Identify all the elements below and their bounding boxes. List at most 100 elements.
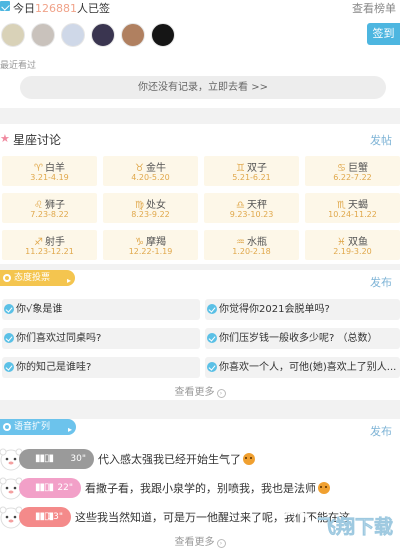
- sound-wave-icon: ▮▮▯▮: [35, 482, 54, 493]
- zodiac-section-title: 星座讨论: [13, 133, 62, 147]
- poll-item[interactable]: 你喜欢一个人，可他(她)喜欢上了别人...: [205, 357, 400, 378]
- sign-in-button[interactable]: 签到: [367, 23, 400, 45]
- poll-tag-label: 态度投票: [14, 273, 51, 283]
- avatar-1[interactable]: [1, 23, 25, 47]
- watermark-url: www.fxxz.com: [321, 542, 386, 552]
- zodiac-name: ♑ 摩羯: [103, 233, 198, 248]
- poll-item[interactable]: 你们压岁钱一般收多少呢? （总数）: [205, 328, 400, 349]
- zodiac-cell[interactable]: ♐ 射手 11.23-12.21: [2, 230, 97, 260]
- zodiac-cell[interactable]: ♊ 双子 5.21-6.21: [204, 156, 299, 186]
- poll-item-text: 你喜欢一个人，可他(她)喜欢上了别人...: [219, 362, 397, 373]
- poll-item[interactable]: 你的知己是谁哇?: [2, 357, 200, 378]
- view-ranking-link[interactable]: 查看榜单 >: [352, 0, 400, 16]
- zodiac-dates: 7.23-8.22: [30, 210, 69, 219]
- zodiac-name: ♎ 天秤: [204, 196, 299, 211]
- zodiac-cell[interactable]: ♈ 白羊 3.21-4.19: [2, 156, 97, 186]
- zodiac-name: ♌ 狮子: [2, 196, 97, 211]
- star-icon: ★: [0, 132, 10, 145]
- zodiac-dates: 6.22-7.22: [333, 173, 372, 182]
- avatar-3[interactable]: [61, 23, 85, 47]
- zodiac-dates: 8.23-9.22: [131, 210, 170, 219]
- check-icon: [207, 362, 217, 372]
- poll-item-text: 你们喜欢过同桌吗?: [16, 333, 102, 344]
- poll-item-text: 你√象是谁: [16, 304, 63, 315]
- check-icon: [207, 304, 217, 314]
- signin-section: 今日126881人已签 查看榜单 > 签到 最近看过 你还没有记录，立即去看 >…: [0, 0, 400, 108]
- zodiac-cell[interactable]: ♉ 金牛 4.20-5.20: [103, 156, 198, 186]
- recently-viewed-label: 最近看过: [0, 61, 37, 71]
- check-icon: [207, 333, 217, 343]
- voice-duration: 13": [47, 512, 63, 522]
- angry-face-emoji-icon: [318, 482, 330, 494]
- attitude-poll-card: 态度投票 ▸ 发布 你√象是谁 你觉得你2021会脱单吗? 你们喜欢过同桌吗? 你们压…: [0, 270, 400, 400]
- poll-item-text: 你觉得你2021会脱单吗?: [219, 304, 330, 315]
- voice-item[interactable]: ▮▮▯▮ 22" 看撒子看，我跟小泉学的，别喷我，我也是法师: [0, 476, 400, 502]
- zodiac-dates: 12.22-1.19: [128, 247, 173, 256]
- zodiac-cell[interactable]: ♒ 水瓶 1.20-2.18: [204, 230, 299, 260]
- zodiac-dates: 4.20-5.20: [131, 173, 170, 182]
- zodiac-cell[interactable]: ♓ 双鱼 2.19-3.20: [305, 230, 400, 260]
- poll-post-link[interactable]: 发布: [370, 274, 392, 290]
- zodiac-name: ♉ 金牛: [103, 159, 198, 174]
- avatar-4[interactable]: [91, 23, 115, 47]
- chevron-circle-icon: ›: [216, 389, 226, 398]
- zodiac-dates: 2.19-3.20: [333, 247, 372, 256]
- avatar-5[interactable]: [121, 23, 145, 47]
- voice-view-more-label: 查看更多: [174, 537, 215, 548]
- zodiac-cell[interactable]: ♋ 巨蟹 6.22-7.22: [305, 156, 400, 186]
- poll-item-text: 你的知己是谁哇?: [16, 362, 92, 373]
- sound-wave-icon: ▮▮▯▮: [35, 453, 54, 464]
- chevron-circle-icon: ›: [216, 539, 226, 548]
- avatar-6[interactable]: [151, 23, 175, 47]
- zodiac-cell[interactable]: ♏ 天蝎 10.24-11.22: [305, 193, 400, 223]
- signin-count-text: 今日126881人已签: [13, 0, 110, 16]
- voice-text-label: 看撒子看，我跟小泉学的，别喷我，我也是法师: [85, 482, 316, 495]
- check-icon: [4, 333, 14, 343]
- zodiac-cell[interactable]: ♑ 摩羯 12.22-1.19: [103, 230, 198, 260]
- watermark-logo: 飞翔下载 www.fxxz.com: [276, 510, 393, 552]
- watermark-text: 飞翔下载: [317, 515, 393, 538]
- zodiac-cell[interactable]: ♍ 处女 8.23-9.22: [103, 193, 198, 223]
- check-icon: [4, 304, 14, 314]
- avatar-2[interactable]: [31, 23, 55, 47]
- voice-play-bubble[interactable]: ▮▮▯▮ 13": [19, 507, 71, 527]
- signin-header: 今日126881人已签 查看榜单 >: [0, 0, 400, 16]
- voice-text-label: 代入感太强我已经开始生气了: [98, 453, 241, 466]
- signin-today-prefix: 今日: [13, 2, 35, 15]
- voice-text: 看撒子看，我跟小泉学的，别喷我，我也是法师: [85, 480, 330, 496]
- voice-play-bubble[interactable]: ▮▮▯▮ 30": [19, 449, 94, 469]
- zodiac-name: ♊ 双子: [204, 159, 299, 174]
- voice-duration: 22": [57, 483, 73, 493]
- zodiac-name: ♍ 处女: [103, 196, 198, 211]
- voice-text: 代入感太强我已经开始生气了: [98, 451, 255, 467]
- zodiac-dates: 1.20-2.18: [232, 247, 271, 256]
- zodiac-dates: 3.21-4.19: [30, 173, 69, 182]
- zodiac-cell[interactable]: ♌ 狮子 7.23-8.22: [2, 193, 97, 223]
- zodiac-cell[interactable]: ♎ 天秤 9.23-10.23: [204, 193, 299, 223]
- voice-post-link[interactable]: 发布: [370, 423, 392, 439]
- microphone-icon: [3, 423, 11, 431]
- poll-item[interactable]: 你觉得你2021会脱单吗?: [205, 299, 400, 320]
- tag-arrow-icon: ▸: [66, 276, 71, 285]
- poll-item[interactable]: 你们喜欢过同桌吗?: [2, 328, 200, 349]
- zodiac-discussion-card: ★ 星座讨论 发帖 ♈ 白羊 3.21-4.19 ♉ 金牛 4.20-5.20 ♊ 双子 5.2…: [0, 124, 400, 264]
- voice-item[interactable]: ▮▮▯▮ 30" 代入感太强我已经开始生气了: [0, 447, 400, 473]
- calendar-check-icon: [0, 1, 10, 11]
- poll-tag: 态度投票 ▸: [0, 270, 75, 286]
- zodiac-dates: 5.21-6.21: [232, 173, 271, 182]
- zodiac-name: ♋ 巨蟹: [305, 159, 400, 174]
- voice-duration: 30": [70, 454, 86, 464]
- zodiac-name: ♏ 天蝎: [305, 196, 400, 211]
- poll-view-more-link[interactable]: 查看更多 ›: [0, 383, 400, 398]
- zodiac-dates: 10.24-11.22: [328, 210, 377, 219]
- voice-tag-label: 语音扩列: [14, 422, 51, 432]
- poll-item[interactable]: 你√象是谁: [2, 299, 200, 320]
- recently-viewed-empty-button[interactable]: 你还没有记录，立即去看 >>: [20, 76, 386, 99]
- zodiac-dates: 9.23-10.23: [229, 210, 274, 219]
- tag-arrow-icon: ▸: [67, 425, 72, 434]
- voice-play-bubble[interactable]: ▮▮▯▮ 22": [19, 478, 81, 498]
- angry-face-emoji-icon: [243, 453, 255, 465]
- zodiac-post-link[interactable]: 发帖: [370, 132, 392, 148]
- voice-tag: 语音扩列 ▸: [0, 419, 76, 435]
- poll-tag-dot-icon: [3, 274, 11, 282]
